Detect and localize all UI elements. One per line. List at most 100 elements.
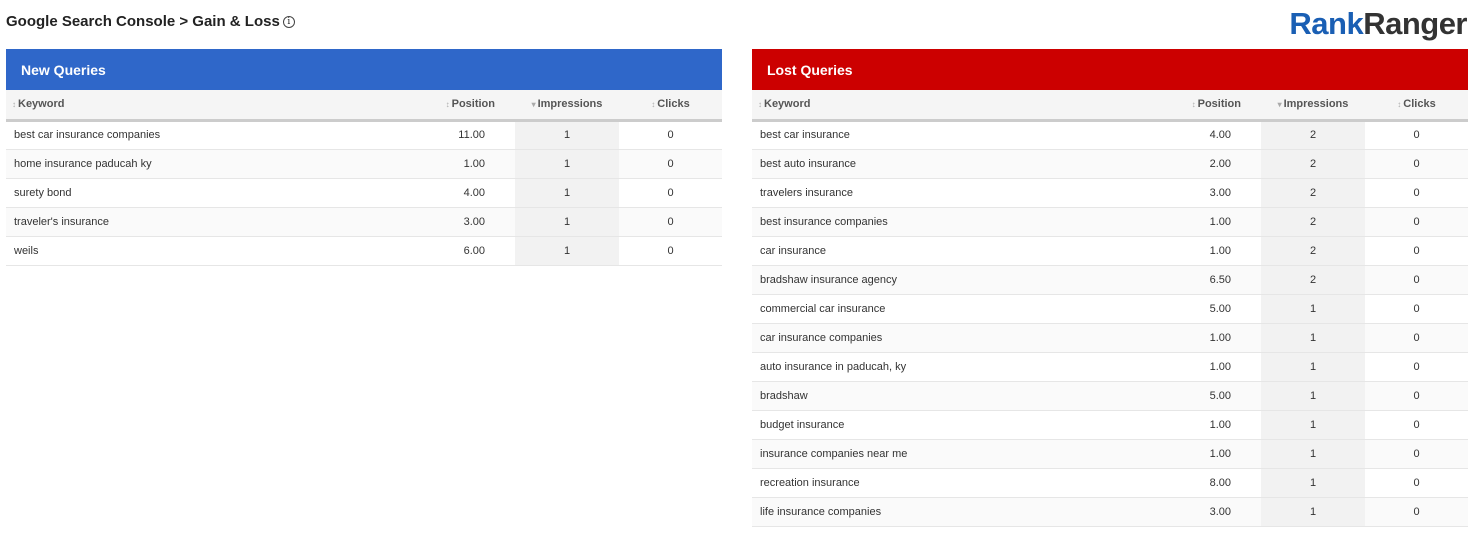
table-row: best auto insurance 2.00 2 0 <box>752 149 1468 179</box>
clicks-cell: 0 <box>619 178 722 208</box>
position-cell: 1.00 <box>1112 236 1261 266</box>
keyword-cell: surety bond <box>6 178 366 208</box>
keyword-cell: best auto insurance <box>752 149 1112 179</box>
impressions-cell: 2 <box>1261 236 1365 266</box>
clicks-cell: 0 <box>1365 120 1468 150</box>
info-icon[interactable]: i <box>282 15 295 28</box>
keyword-cell: bradshaw insurance agency <box>752 265 1112 295</box>
impressions-cell: 1 <box>1261 410 1365 440</box>
new-queries-title: New Queries <box>6 49 722 90</box>
column-header-position[interactable]: ↕ Position <box>366 90 515 122</box>
keyword-cell: best insurance companies <box>752 207 1112 237</box>
table-row: bradshaw 5.00 1 0 <box>752 381 1468 411</box>
clicks-cell: 0 <box>1365 468 1468 498</box>
table-row: bradshaw insurance agency 6.50 2 0 <box>752 265 1468 295</box>
clicks-cell: 0 <box>1365 323 1468 353</box>
keyword-cell: budget insurance <box>752 410 1112 440</box>
sort-desc-icon: ▾ <box>531 100 536 110</box>
position-cell: 3.00 <box>366 207 515 237</box>
table-row: surety bond 4.00 1 0 <box>6 178 722 208</box>
position-cell: 3.00 <box>1112 178 1261 208</box>
position-cell: 4.00 <box>1112 120 1261 150</box>
position-cell: 5.00 <box>1112 294 1261 324</box>
keyword-cell: home insurance paducah ky <box>6 149 366 179</box>
keyword-cell: insurance companies near me <box>752 439 1112 469</box>
table-row: commercial car insurance 5.00 1 0 <box>752 294 1468 324</box>
column-header-impressions[interactable]: ▾ Impressions <box>1261 90 1365 122</box>
new-queries-panel: New Queries ↕ Keyword ↕ Position ▾ Impression… <box>6 49 722 266</box>
keyword-cell: traveler's insurance <box>6 207 366 237</box>
impressions-cell: 2 <box>1261 265 1365 295</box>
position-cell: 6.00 <box>366 236 515 266</box>
column-header-clicks[interactable]: ↕ Clicks <box>619 90 722 122</box>
keyword-cell: best car insurance <box>752 120 1112 150</box>
impressions-cell: 1 <box>1261 381 1365 411</box>
impressions-cell: 2 <box>1261 120 1365 150</box>
lost-queries-panel: Lost Queries ↕ Keyword ↕ Position ▾ Impressio… <box>752 49 1468 527</box>
impressions-cell: 1 <box>1261 439 1365 469</box>
keyword-cell: weils <box>6 236 366 266</box>
keyword-cell: life insurance companies <box>752 497 1112 527</box>
table-row: car insurance 1.00 2 0 <box>752 236 1468 266</box>
impressions-cell: 1 <box>515 236 619 266</box>
position-cell: 1.00 <box>1112 352 1261 382</box>
rank-ranger-logo: RankRanger <box>1289 6 1467 41</box>
position-cell: 1.00 <box>1112 323 1261 353</box>
keyword-cell: commercial car insurance <box>752 294 1112 324</box>
table-row: budget insurance 1.00 1 0 <box>752 410 1468 440</box>
clicks-cell: 0 <box>1365 381 1468 411</box>
table-row: best insurance companies 1.00 2 0 <box>752 207 1468 237</box>
impressions-cell: 1 <box>1261 323 1365 353</box>
lost-queries-table: ↕ Keyword ↕ Position ▾ Impressions ↕ Clicks bes… <box>752 90 1468 527</box>
table-row: best car insurance 4.00 2 0 <box>752 120 1468 150</box>
impressions-cell: 1 <box>515 149 619 179</box>
impressions-cell: 1 <box>1261 497 1365 527</box>
sort-icon: ↕ <box>1397 100 1402 110</box>
sort-icon: ↕ <box>445 100 450 110</box>
position-cell: 2.00 <box>1112 149 1261 179</box>
impressions-cell: 1 <box>515 178 619 208</box>
impressions-cell: 1 <box>515 207 619 237</box>
page-title-text: Google Search Console > Gain & Loss <box>6 13 280 30</box>
column-header-keyword[interactable]: ↕ Keyword <box>6 90 366 122</box>
clicks-cell: 0 <box>1365 294 1468 324</box>
impressions-cell: 1 <box>515 120 619 150</box>
clicks-cell: 0 <box>1365 497 1468 527</box>
position-cell: 1.00 <box>366 149 515 179</box>
impressions-cell: 2 <box>1261 178 1365 208</box>
impressions-cell: 2 <box>1261 207 1365 237</box>
keyword-cell: auto insurance in paducah, ky <box>752 352 1112 382</box>
clicks-cell: 0 <box>1365 352 1468 382</box>
position-cell: 6.50 <box>1112 265 1261 295</box>
position-cell: 1.00 <box>1112 410 1261 440</box>
sort-icon: ↕ <box>758 100 762 110</box>
position-cell: 1.00 <box>1112 207 1261 237</box>
keyword-cell: travelers insurance <box>752 178 1112 208</box>
column-header-impressions[interactable]: ▾ Impressions <box>515 90 619 122</box>
new-queries-table: ↕ Keyword ↕ Position ▾ Impressions ↕ Clicks bes… <box>6 90 722 266</box>
clicks-cell: 0 <box>619 207 722 237</box>
sort-icon: ↕ <box>12 100 16 110</box>
column-header-position[interactable]: ↕ Position <box>1112 90 1261 122</box>
impressions-cell: 1 <box>1261 352 1365 382</box>
keyword-cell: bradshaw <box>752 381 1112 411</box>
position-cell: 3.00 <box>1112 497 1261 527</box>
table-row: recreation insurance 8.00 1 0 <box>752 468 1468 498</box>
position-cell: 8.00 <box>1112 468 1261 498</box>
table-row: traveler's insurance 3.00 1 0 <box>6 207 722 237</box>
sort-desc-icon: ▾ <box>1277 100 1282 110</box>
column-header-clicks[interactable]: ↕ Clicks <box>1365 90 1468 122</box>
position-cell: 1.00 <box>1112 439 1261 469</box>
table-row: car insurance companies 1.00 1 0 <box>752 323 1468 353</box>
clicks-cell: 0 <box>1365 149 1468 179</box>
table-row: travelers insurance 3.00 2 0 <box>752 178 1468 208</box>
table-row: weils 6.00 1 0 <box>6 236 722 266</box>
table-row: auto insurance in paducah, ky 1.00 1 0 <box>752 352 1468 382</box>
table-row: best car insurance companies 11.00 1 0 <box>6 120 722 150</box>
keyword-cell: recreation insurance <box>752 468 1112 498</box>
column-header-keyword[interactable]: ↕ Keyword <box>752 90 1112 122</box>
clicks-cell: 0 <box>1365 439 1468 469</box>
lost-queries-title: Lost Queries <box>752 49 1468 90</box>
table-row: home insurance paducah ky 1.00 1 0 <box>6 149 722 179</box>
sort-icon: ↕ <box>651 100 656 110</box>
